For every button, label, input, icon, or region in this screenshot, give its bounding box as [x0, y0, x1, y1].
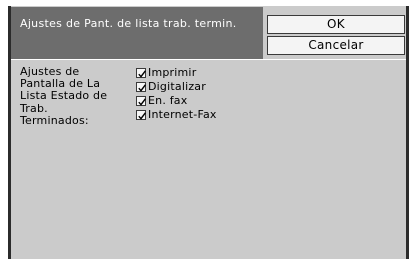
check-icon[interactable] — [136, 68, 146, 78]
dialog-border-right — [406, 6, 409, 259]
setting-label-line: Trab. — [20, 101, 48, 115]
dialog-title-bar: Ajustes de Pant. de lista trab. termin. — [11, 7, 263, 59]
checkbox-list: Imprimir Digitalizar En. fax Internet-Fa… — [136, 66, 217, 122]
setting-label-line: Terminados: — [20, 113, 89, 127]
checkbox-digitalizar[interactable]: Digitalizar — [136, 80, 217, 94]
divider — [11, 59, 406, 60]
checkbox-en-fax[interactable]: En. fax — [136, 94, 217, 108]
checkbox-internet-fax[interactable]: Internet-Fax — [136, 108, 217, 122]
check-icon[interactable] — [136, 110, 146, 120]
checkbox-imprimir[interactable]: Imprimir — [136, 66, 217, 80]
check-icon[interactable] — [136, 96, 146, 106]
setting-label-line: Lista Estado de — [20, 89, 108, 103]
ok-button[interactable]: OK — [267, 15, 405, 34]
checkbox-label: Internet-Fax — [148, 108, 217, 121]
dialog-title: Ajustes de Pant. de lista trab. termin. — [20, 17, 237, 30]
cancel-button[interactable]: Cancelar — [267, 36, 405, 55]
checkbox-label: Imprimir — [148, 66, 197, 79]
setting-label: Ajustes de Pantalla de La Lista Estado d… — [20, 65, 132, 127]
checkbox-label: Digitalizar — [148, 80, 206, 93]
check-icon[interactable] — [136, 82, 146, 92]
checkbox-label: En. fax — [148, 94, 188, 107]
